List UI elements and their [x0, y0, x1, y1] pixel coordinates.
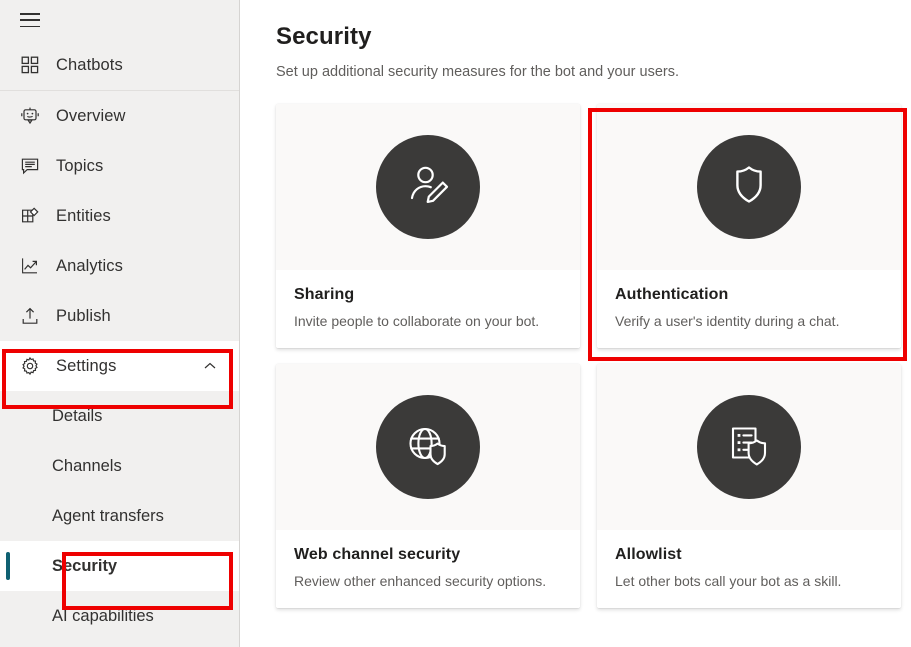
sidebar-item-publish[interactable]: Publish	[0, 291, 239, 341]
selection-indicator	[6, 552, 10, 580]
chat-bubble-icon	[18, 154, 42, 178]
sidebar-item-topics[interactable]: Topics	[0, 141, 239, 191]
card-icon-area	[276, 104, 580, 270]
card-icon-circle	[697, 135, 801, 239]
sidebar-subitem-label: Agent transfers	[52, 507, 164, 526]
security-cards-grid: Sharing Invite people to collaborate on …	[276, 104, 911, 608]
app-root: Chatbots Overview	[0, 0, 911, 647]
card-icon-area	[276, 364, 580, 530]
card-description: Review other enhanced security options.	[294, 571, 562, 591]
card-web-channel-security[interactable]: Web channel security Review other enhanc…	[276, 364, 580, 608]
card-title: Allowlist	[615, 544, 883, 566]
card-icon-area	[597, 104, 901, 270]
sidebar-subitem-label: Security	[52, 557, 117, 576]
sidebar-item-label: Settings	[56, 357, 116, 376]
chevron-up-icon[interactable]	[203, 359, 217, 373]
card-authentication[interactable]: Authentication Verify a user's identity …	[597, 104, 901, 348]
grid-icon	[18, 53, 42, 77]
sidebar-item-label: Publish	[56, 307, 111, 326]
bot-icon	[18, 104, 42, 128]
sidebar-subitem-agent-transfers[interactable]: Agent transfers	[0, 491, 239, 541]
upload-icon	[18, 304, 42, 328]
sidebar-item-label: Entities	[56, 207, 111, 226]
card-title: Sharing	[294, 284, 562, 306]
sidebar-item-overview[interactable]: Overview	[0, 91, 239, 141]
card-title: Web channel security	[294, 544, 562, 566]
sidebar-subitem-security[interactable]: Security	[0, 541, 239, 591]
card-description: Verify a user's identity during a chat.	[615, 311, 883, 331]
sidebar-item-entities[interactable]: Entities	[0, 191, 239, 241]
card-text-area: Sharing Invite people to collaborate on …	[276, 270, 580, 348]
page-subtitle: Set up additional security measures for …	[276, 62, 911, 82]
sidebar-item-label: Analytics	[56, 257, 123, 276]
card-description: Let other bots call your bot as a skill.	[615, 571, 883, 591]
gear-icon	[18, 354, 42, 378]
sidebar-subitem-ai-capabilities[interactable]: AI capabilities	[0, 591, 239, 641]
sidebar-item-label: Chatbots	[56, 56, 123, 75]
person-edit-icon	[401, 158, 455, 217]
sidebar-subitem-label: Details	[52, 407, 102, 426]
sidebar-item-chatbots[interactable]: Chatbots	[0, 40, 239, 90]
card-text-area: Web channel security Review other enhanc…	[276, 530, 580, 608]
shield-icon	[722, 158, 776, 217]
card-icon-circle	[376, 395, 480, 499]
card-text-area: Authentication Verify a user's identity …	[597, 270, 901, 348]
main-content: Security Set up additional security meas…	[240, 0, 911, 647]
sidebar-item-label: Overview	[56, 107, 126, 126]
sidebar-subitem-label: AI capabilities	[52, 607, 154, 626]
sidebar: Chatbots Overview	[0, 0, 240, 647]
globe-shield-icon	[401, 418, 455, 477]
card-description: Invite people to collaborate on your bot…	[294, 311, 562, 331]
sidebar-subitem-channels[interactable]: Channels	[0, 441, 239, 491]
card-title: Authentication	[615, 284, 883, 306]
sidebar-subitem-label: Channels	[52, 457, 122, 476]
card-icon-area	[597, 364, 901, 530]
sidebar-item-settings[interactable]: Settings	[0, 341, 239, 391]
card-text-area: Allowlist Let other bots call your bot a…	[597, 530, 901, 608]
sidebar-subitem-details[interactable]: Details	[0, 391, 239, 441]
hamburger-menu-icon[interactable]	[20, 13, 40, 27]
sidebar-item-analytics[interactable]: Analytics	[0, 241, 239, 291]
card-icon-circle	[697, 395, 801, 499]
list-shield-icon	[722, 418, 776, 477]
line-chart-icon	[18, 254, 42, 278]
page-title: Security	[276, 22, 911, 52]
sidebar-header	[0, 0, 239, 40]
card-allowlist[interactable]: Allowlist Let other bots call your bot a…	[597, 364, 901, 608]
sidebar-item-label: Topics	[56, 157, 103, 176]
card-sharing[interactable]: Sharing Invite people to collaborate on …	[276, 104, 580, 348]
entities-icon	[18, 204, 42, 228]
card-icon-circle	[376, 135, 480, 239]
